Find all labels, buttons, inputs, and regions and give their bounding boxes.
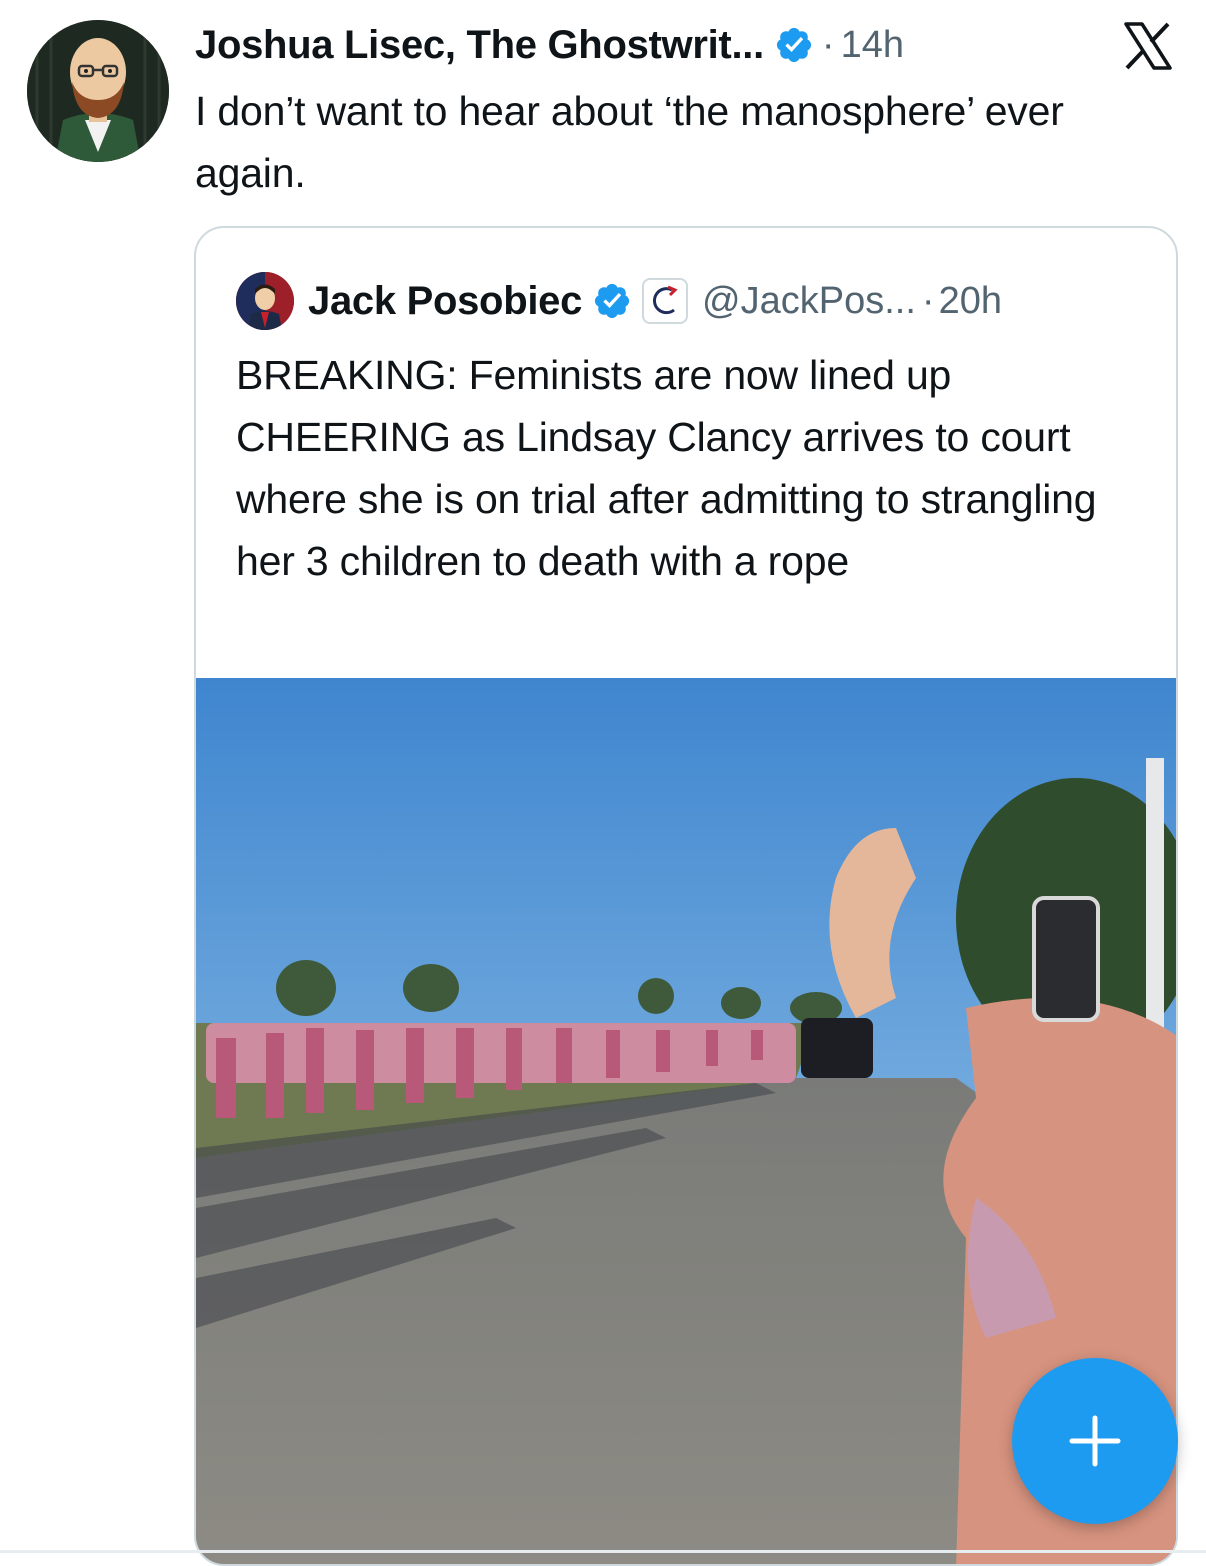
quoted-tweet-header: Jack Posobiec @JackPos... · 20h bbox=[236, 272, 1002, 330]
tweet-time[interactable]: 14h bbox=[841, 24, 904, 67]
quoted-tweet-card[interactable]: Jack Posobiec @JackPos... · 20h BREAKING… bbox=[194, 226, 1178, 1566]
verified-badge-icon bbox=[594, 283, 630, 319]
tweet-header: Joshua Lisec, The Ghostwrit... · 14h bbox=[195, 16, 904, 74]
author-name[interactable]: Joshua Lisec, The Ghostwrit... bbox=[195, 23, 764, 68]
quoted-tweet-time[interactable]: 20h bbox=[939, 280, 1002, 323]
quoted-tweet-text: BREAKING: Feminists are now lined up CHE… bbox=[236, 352, 1097, 584]
plus-icon bbox=[1069, 1415, 1121, 1467]
verified-badge-icon bbox=[776, 27, 811, 63]
separator-dot: · bbox=[821, 23, 835, 66]
compose-button[interactable] bbox=[1012, 1358, 1178, 1524]
quoted-author-handle[interactable]: @JackPos... bbox=[702, 280, 916, 323]
tweet-text: I don’t want to hear about ‘the manosphe… bbox=[195, 88, 1064, 196]
quoted-author-avatar[interactable] bbox=[236, 272, 294, 330]
separator-dot: · bbox=[921, 279, 935, 322]
x-logo-icon[interactable] bbox=[1122, 22, 1174, 70]
quoted-author-name[interactable]: Jack Posobiec bbox=[308, 279, 582, 324]
author-avatar[interactable] bbox=[27, 20, 169, 162]
affiliate-badge-icon[interactable] bbox=[642, 278, 689, 324]
